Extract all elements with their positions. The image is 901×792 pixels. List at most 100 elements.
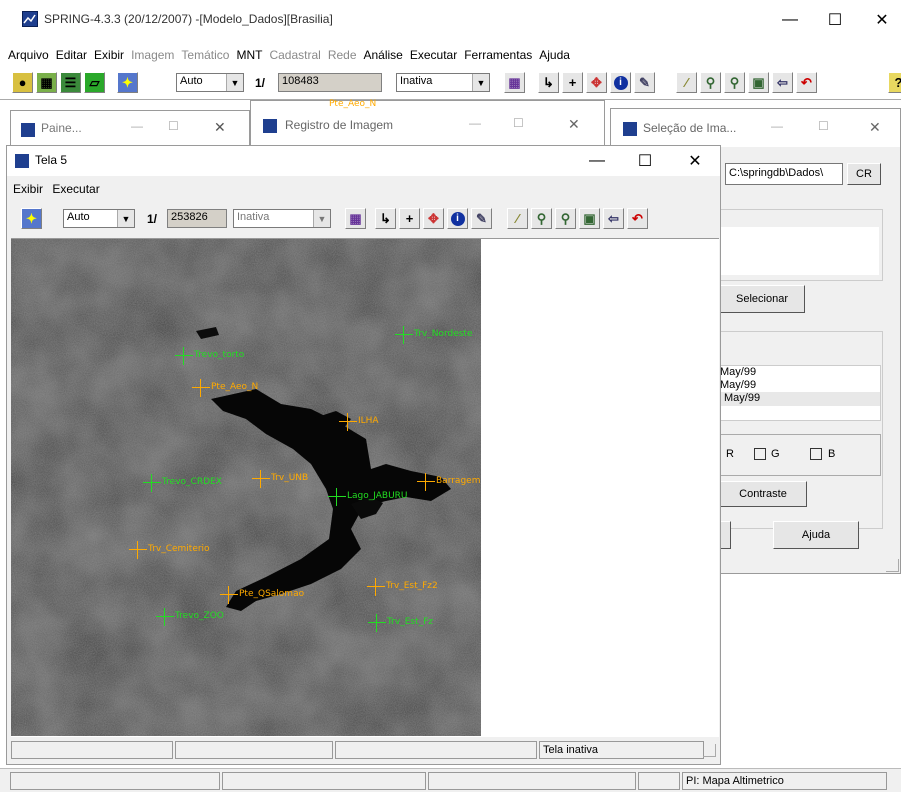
channel-r-label: R [726,448,734,460]
info-icon[interactable]: i [610,72,631,93]
zoom-mode-value: Auto [180,75,203,87]
help-button[interactable]: Ajuda [773,521,859,549]
maximize-icon[interactable]: ☐ [818,119,829,133]
close-icon[interactable]: ✕ [568,116,580,133]
map-marker-label: Trevo_torto [194,350,245,360]
painel-window[interactable]: Paine... — ☐ ✕ [10,110,250,150]
zoom-out-icon[interactable]: ⚲ [724,72,745,93]
palette-icon[interactable]: ▦ [504,72,525,93]
tela5-canvas[interactable]: Trv_Nordeste Trevo_torto Pte_Aeo_N ILHA Trev… [11,238,719,737]
menu-item[interactable]: Imagem [131,48,174,62]
map-marker-label: Trv_Est_Fz [387,617,434,627]
crosshair-icon [175,347,193,365]
menu-item[interactable]: Executar [410,48,457,62]
pointer-icon[interactable]: ↳ [538,72,559,93]
zoom-mode-select[interactable]: Auto ▼ [176,73,244,92]
crosshair-icon [395,326,413,344]
menu-item[interactable]: Ferramentas [464,48,532,62]
close-icon[interactable]: ✕ [214,119,226,136]
scale-field[interactable]: 253826 [167,209,227,228]
maximize-icon[interactable]: ☐ [513,116,524,130]
minimize-icon[interactable]: — [771,119,783,133]
tela5-title-bar[interactable]: Tela 5 — ☐ ✕ [7,146,720,176]
list-item[interactable]: May/99 [718,392,880,406]
minimize-icon[interactable]: — [770,6,810,34]
status-select[interactable]: Inativa ▼ [396,73,490,92]
close-icon[interactable]: ✕ [675,147,715,175]
close-icon[interactable]: ✕ [869,119,881,136]
pointer-icon[interactable]: ↳ [375,208,396,229]
pan-icon[interactable]: ✥ [423,208,444,229]
tela5-toolbar: ✦ Auto ▼ 1/ 253826 Inativa ▼ ▦ ↳ + ✥ i ✎… [7,204,720,232]
list-item[interactable]: May/99 [718,366,880,379]
registro-window[interactable]: Pte_Aeo_N Registro de Imagem — ☐ ✕ [250,99,605,148]
zoom-area-icon[interactable]: ▣ [579,208,600,229]
edit-line-icon[interactable]: ∕ [507,208,528,229]
menu-item[interactable]: Temático [181,48,229,62]
maximize-icon[interactable]: ☐ [168,119,179,133]
draw-icon[interactable]: ✦ [117,72,138,93]
status-cell [175,741,333,759]
zoom-in-icon[interactable]: ⚲ [531,208,552,229]
menu-executar[interactable]: Executar [52,182,99,196]
maximize-icon[interactable]: ☐ [625,147,665,175]
menu-exibir[interactable]: Exibir [13,182,43,196]
contrast-button[interactable]: Contraste [719,481,807,507]
resize-grip-icon[interactable] [703,744,716,757]
menu-item[interactable]: Análise [364,48,403,62]
chevron-down-icon: ▼ [117,210,134,227]
draw-icon[interactable]: ✦ [21,208,42,229]
menu-item[interactable]: Ajuda [539,48,570,62]
cr-button[interactable]: CR [847,163,881,185]
zoom-in-icon[interactable]: ⚲ [700,72,721,93]
cursor-plus-icon[interactable]: + [562,72,583,93]
palette-icon[interactable]: ▦ [345,208,366,229]
back-icon[interactable]: ⇦ [772,72,793,93]
tela5-menubar: Exibir Executar [13,182,100,196]
layers-icon[interactable]: ☰ [60,72,81,93]
back-icon[interactable]: ⇦ [603,208,624,229]
shape-icon[interactable]: ▱ [84,72,105,93]
crosshair-icon [129,541,147,559]
minimize-icon[interactable]: — [577,147,617,175]
menu-item[interactable]: Exibir [94,48,124,62]
path-field[interactable]: C:\springdb\Dados\ [725,163,843,185]
minimize-icon[interactable]: — [131,119,143,133]
project-icon[interactable]: ▦ [36,72,57,93]
help-icon[interactable]: ? [888,72,901,93]
select-button[interactable]: Selecionar [719,285,805,313]
close-icon[interactable]: ✕ [862,6,901,34]
scale-field[interactable]: 108483 [278,73,382,92]
channel-b-checkbox[interactable] [810,448,822,460]
list-item[interactable]: May/99 [718,379,880,392]
main-title-bar[interactable]: SPRING-4.3.3 (20/12/2007) -[Modelo_Dados… [0,0,901,44]
menu-item[interactable]: MNT [236,48,262,62]
select-icon[interactable]: ✎ [471,208,492,229]
undo-icon[interactable]: ↶ [627,208,648,229]
cursor-plus-icon[interactable]: + [399,208,420,229]
channel-g-checkbox[interactable] [754,448,766,460]
select-icon[interactable]: ✎ [634,72,655,93]
zoom-mode-select[interactable]: Auto ▼ [63,209,135,228]
menu-item[interactable]: Arquivo [8,48,49,62]
menu-item[interactable]: Rede [328,48,357,62]
database-icon[interactable]: ● [12,72,33,93]
edit-line-icon[interactable]: ∕ [676,72,697,93]
zoom-area-icon[interactable]: ▣ [748,72,769,93]
pan-icon[interactable]: ✥ [586,72,607,93]
resize-grip-icon[interactable] [886,559,899,572]
undo-icon[interactable]: ↶ [796,72,817,93]
maximize-icon[interactable]: ☐ [815,6,855,34]
status-select[interactable]: Inativa ▼ [233,209,331,228]
date-list[interactable]: May/99 May/99 May/99 [717,365,881,421]
selecao-title-bar[interactable]: Seleção de Ima... — ☐ ✕ [611,109,900,147]
tela5-window[interactable]: Tela 5 — ☐ ✕ Exibir Executar ✦ Auto ▼ 1/… [6,145,721,765]
minimize-icon[interactable]: — [469,116,481,130]
channel-b-label: B [828,448,836,460]
menu-item[interactable]: Cadastral [269,48,320,62]
menu-item[interactable]: Editar [56,48,87,62]
app-icon [263,119,277,133]
zoom-out-icon[interactable]: ⚲ [555,208,576,229]
info-icon[interactable]: i [447,208,468,229]
status-cell [222,772,426,790]
